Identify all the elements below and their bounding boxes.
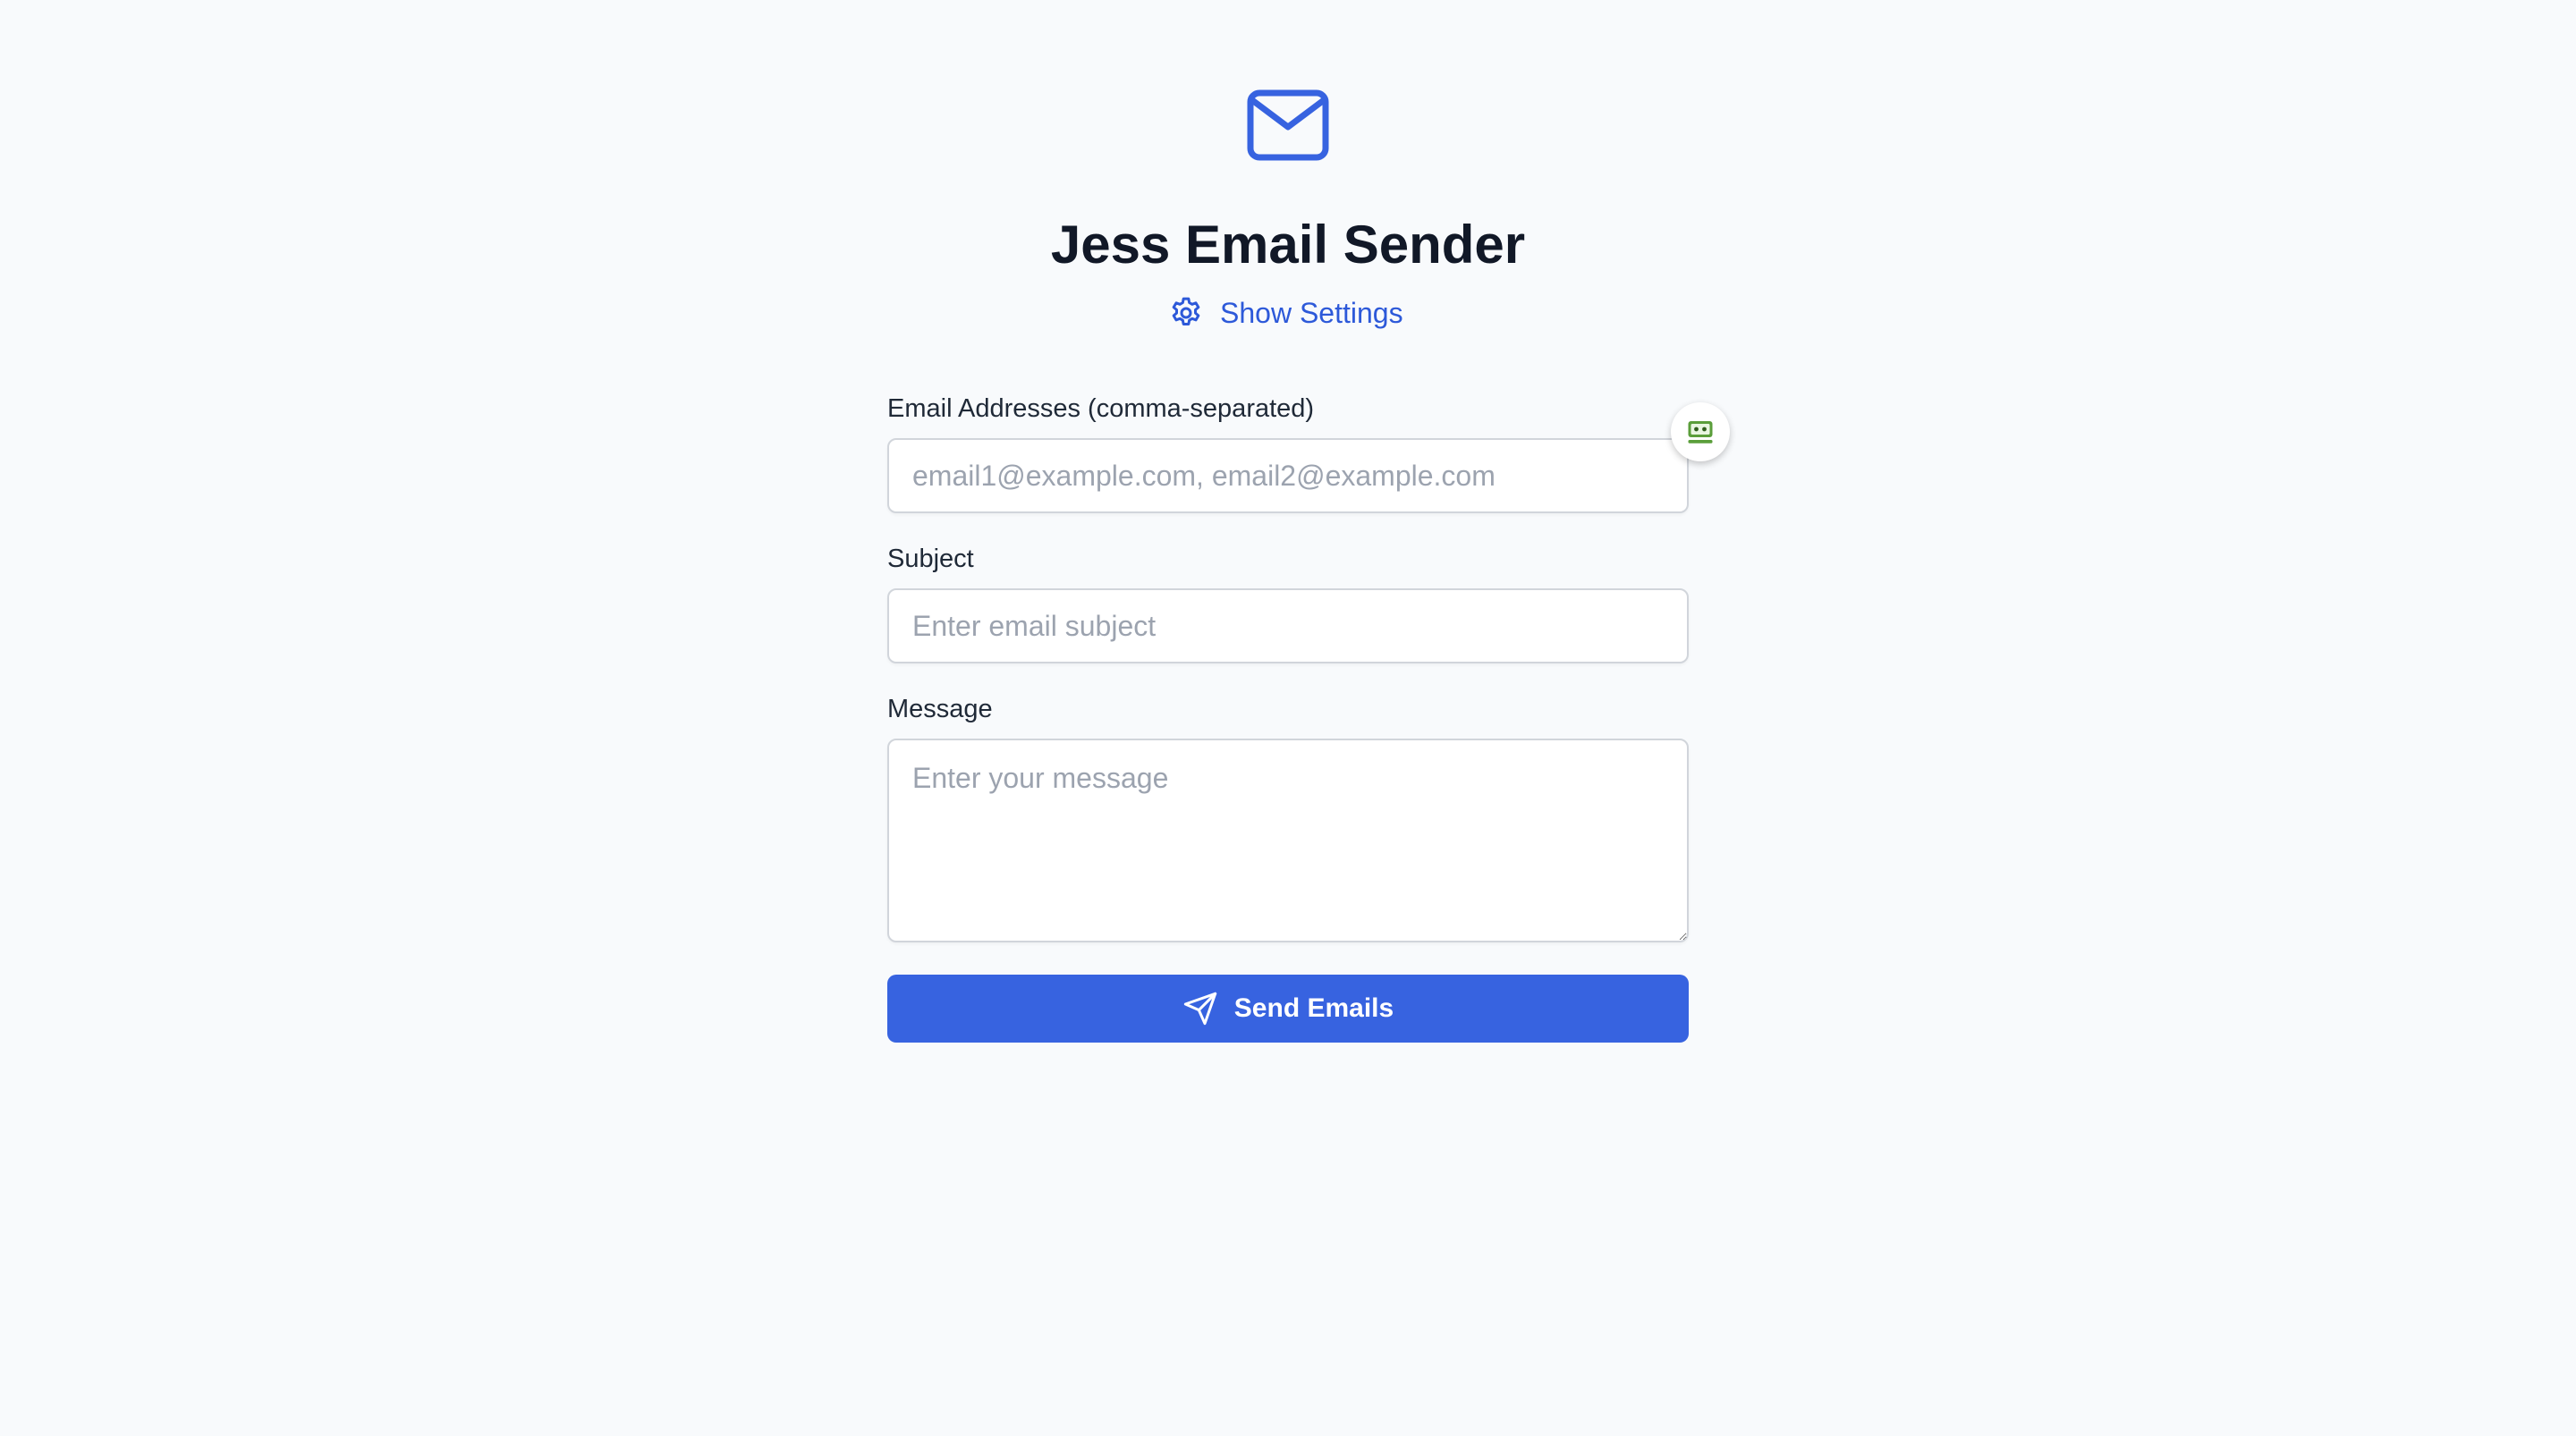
subject-group: Subject (887, 540, 1689, 663)
page-title: Jess Email Sender (1050, 215, 1526, 275)
mail-icon (1247, 89, 1329, 161)
emails-group: Email Addresses (comma-separated) (887, 390, 1689, 513)
email-form: Email Addresses (comma-separated) Subjec… (887, 390, 1689, 974)
password-manager-badge[interactable] (1671, 402, 1730, 461)
page: Jess Email Sender Show Settings Email Ad… (0, 0, 2576, 1436)
emails-input[interactable] (887, 438, 1689, 513)
send-icon (1183, 992, 1216, 1026)
message-group: Message (887, 690, 1689, 947)
send-emails-button[interactable]: Send Emails (887, 975, 1689, 1043)
subject-label: Subject (887, 545, 974, 573)
emails-label: Email Addresses (comma-separated) (887, 394, 1315, 423)
subject-input[interactable] (887, 588, 1689, 663)
send-emails-label: Send Emails (1233, 993, 1394, 1023)
password-manager-icon (1688, 421, 1713, 443)
message-textarea[interactable] (887, 739, 1689, 942)
message-label: Message (887, 695, 993, 723)
show-settings-label: Show Settings (1220, 296, 1403, 329)
show-settings-button[interactable]: Show Settings (1168, 291, 1403, 334)
gear-icon (1172, 297, 1200, 325)
